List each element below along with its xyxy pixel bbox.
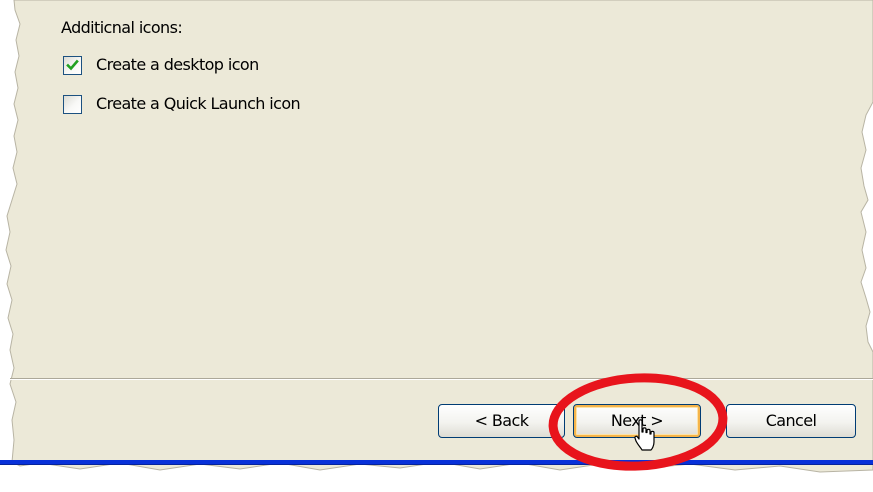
additional-icons-label: Additicnal icons: xyxy=(61,18,183,37)
taskbar-edge xyxy=(0,460,873,465)
screenshot-stage: Additicnal icons: Create a desktop icon … xyxy=(0,0,873,492)
back-button[interactable]: < Back xyxy=(438,404,565,438)
hand-pointer-cursor-icon xyxy=(634,419,655,451)
desktop-icon-checkbox[interactable] xyxy=(63,56,82,75)
button-area-separator-highlight xyxy=(10,379,873,380)
checkmark-icon xyxy=(66,59,79,71)
quick-launch-icon-checkbox[interactable] xyxy=(63,95,82,114)
cancel-button[interactable]: Cancel xyxy=(726,404,856,438)
quick-launch-icon-label: Create a Quick Launch icon xyxy=(96,94,301,113)
desktop-icon-label: Create a desktop icon xyxy=(96,55,259,74)
